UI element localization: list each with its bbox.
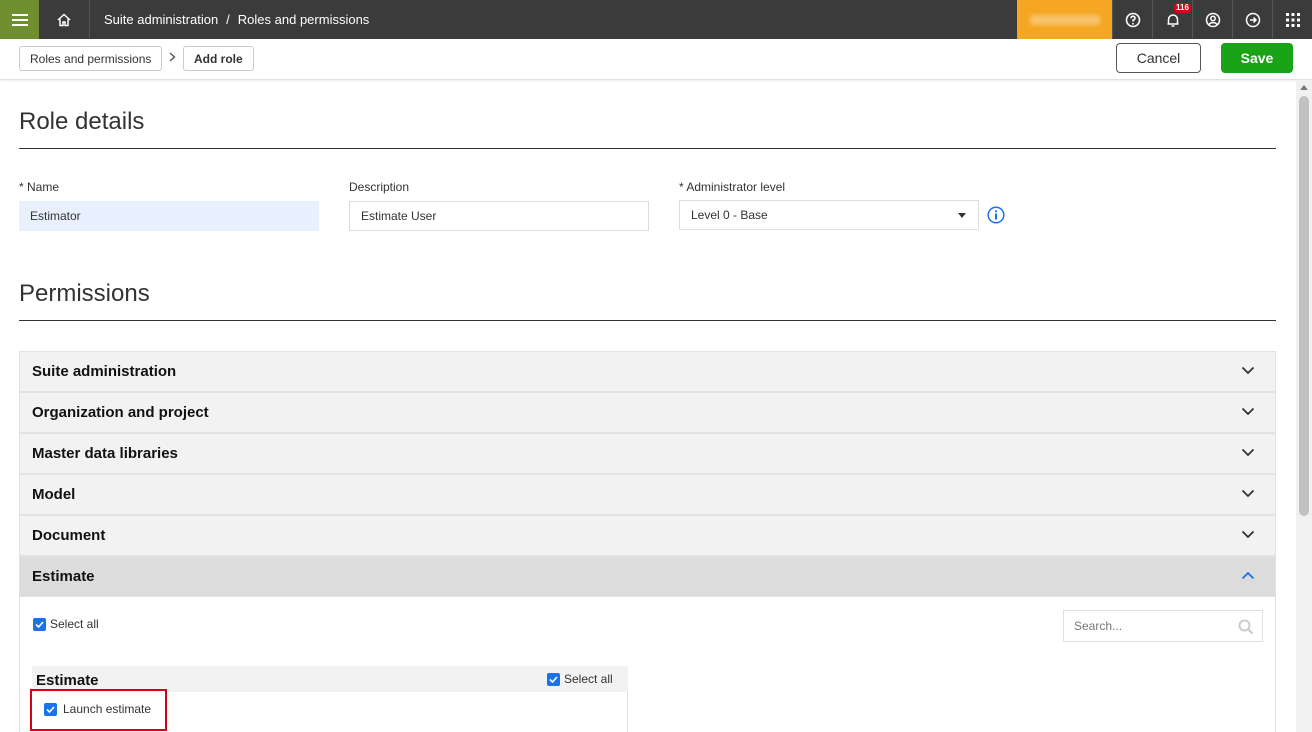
chevron-down-icon [1241,407,1255,416]
breadcrumb-add-role[interactable]: Add role [183,46,254,71]
top-breadcrumb-item[interactable]: Roles and permissions [238,12,370,27]
top-icon-bar: 116 [1112,0,1312,39]
accordion-master-data-libraries[interactable]: Master data libraries [19,433,1276,474]
user-circle-icon [1205,12,1220,27]
admin-level-select[interactable]: Level 0 - Base [679,200,979,230]
breadcrumb-roles-and-permissions[interactable]: Roles and permissions [19,46,163,71]
permissions-search-input[interactable]: Search... [1063,610,1263,642]
logout-icon [1245,12,1260,27]
accordion-document[interactable]: Document [19,515,1276,556]
accordion-label: Model [32,486,76,503]
section-divider [19,320,1276,321]
top-breadcrumb: Suite administration / Roles and permissio… [104,12,370,27]
info-icon [987,206,1005,224]
role-details-title: Role details [19,108,145,135]
scroll-thumb[interactable] [1299,96,1309,516]
bell-icon [1167,13,1178,27]
search-icon[interactable] [1238,619,1254,635]
accordion-label: Document [32,527,106,544]
select-all-label: Select all [50,617,99,631]
admin-level-value: Level 0 - Base [691,208,768,222]
checkmark-icon [549,675,558,683]
accordion-label: Suite administration [32,363,177,380]
group-select-all-label: Select all [564,672,613,686]
cancel-button[interactable]: Cancel [1116,43,1201,73]
logout-button[interactable] [1232,0,1272,39]
page-scrollbar[interactable] [1296,80,1312,732]
accordion-suite-administration[interactable]: Suite administration [19,351,1276,392]
highlight-box [30,689,167,731]
chevron-down-icon [1241,489,1255,498]
chevron-down-icon [1241,530,1255,539]
select-all-row[interactable]: Select all [33,617,99,631]
grid-icon [1285,12,1300,27]
home-icon [57,12,71,26]
sub-header: Roles and permissions Add role Cancel Sa… [0,39,1312,80]
accordion-label: Master data libraries [32,445,178,462]
chevron-right-icon [169,51,176,65]
select-all-checkbox[interactable] [33,617,46,631]
help-icon [1125,12,1140,27]
help-button[interactable] [1112,0,1152,39]
group-select-all-row[interactable]: Select all [547,672,613,686]
caret-down-icon [958,212,966,218]
chevron-down-icon [1241,448,1255,457]
account-button[interactable] [1192,0,1232,39]
accordion-estimate[interactable]: Estimate [19,556,1276,597]
scroll-up-arrow-icon[interactable] [1300,85,1308,90]
info-button[interactable] [987,206,1005,229]
chevron-up-icon [1241,571,1255,580]
section-divider [19,148,1276,149]
name-label: * Name [19,180,60,194]
group-select-all-checkbox[interactable] [547,672,560,686]
admin-level-label: * Administrator level [679,180,786,194]
chevron-down-icon [1241,366,1255,375]
accordion-model[interactable]: Model [19,474,1276,515]
notifications-button[interactable]: 116 [1152,0,1192,39]
hamburger-icon [11,13,28,26]
accordion-label: Estimate [32,568,95,585]
permissions-title: Permissions [19,280,150,307]
home-button[interactable] [39,0,90,39]
name-input[interactable]: Estimator [19,201,319,231]
description-label: Description [349,180,410,194]
redacted-user-name [1029,14,1100,25]
search-placeholder: Search... [1074,619,1123,633]
notification-badge: 116 [1174,3,1191,13]
top-breadcrumb-item[interactable]: Suite administration [104,12,218,27]
accordion-label: Organization and project [32,404,209,421]
checkmark-icon [35,620,44,628]
user-name-block[interactable] [1017,0,1112,39]
description-input[interactable]: Estimate User [349,201,649,231]
save-button[interactable]: Save [1221,43,1293,73]
accordion-organization-and-project[interactable]: Organization and project [19,392,1276,433]
hamburger-menu-button[interactable] [0,0,39,39]
app-grid-button[interactable] [1272,0,1312,39]
